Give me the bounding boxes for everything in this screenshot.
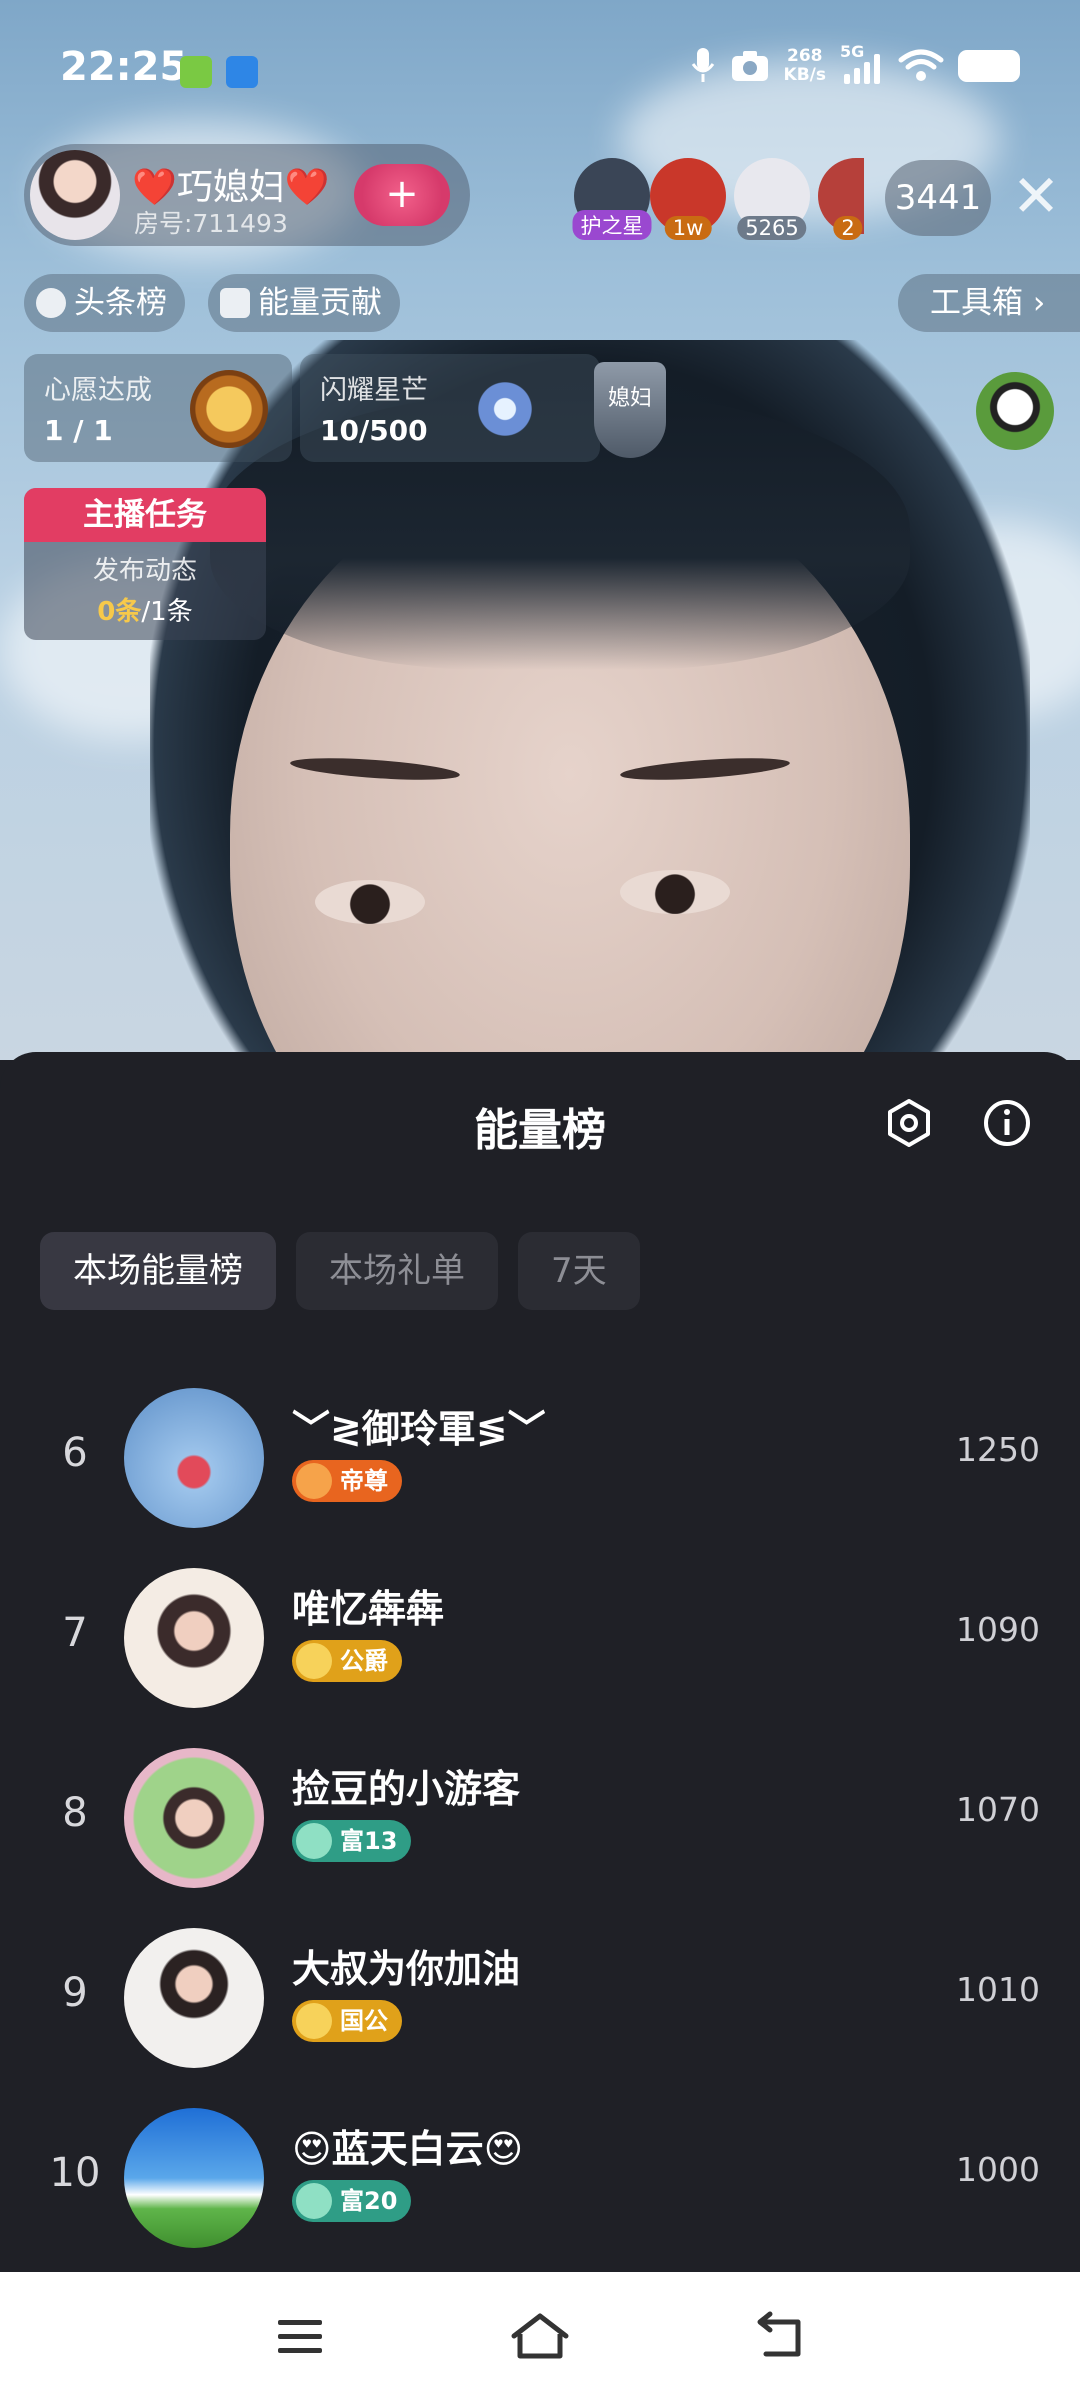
rank-number: 9 [62, 1970, 88, 2016]
wish-title: 心愿达成 [44, 375, 152, 406]
ranking-row[interactable]: 8 捡豆的小游客 富13 1070 [0, 1732, 1080, 1902]
tab-session-gifts[interactable]: 本场礼单 [296, 1232, 498, 1310]
rank-number: 8 [62, 1790, 88, 1836]
level-icon [296, 1823, 332, 1859]
crown-icon [220, 288, 250, 318]
room-number: 房号:711493 [134, 209, 288, 238]
energy-score: 1010 [956, 1970, 1040, 2009]
top-viewer-avatar[interactable]: 1w [650, 158, 726, 240]
headline-rank-button[interactable]: 头条榜 [24, 274, 185, 332]
info-icon[interactable] [982, 1098, 1032, 1148]
system-navigation-bar [0, 2272, 1080, 2400]
status-time: 22:25 [60, 44, 188, 90]
user-name: ﹀≷御玲軍≶﹀ [292, 1407, 546, 1451]
shining-star-card[interactable]: 闪耀星芒 10/500 [300, 354, 600, 462]
rank-number: 6 [62, 1430, 88, 1476]
star-title: 闪耀星芒 [320, 375, 428, 406]
level-badge: 富20 [292, 2180, 412, 2222]
level-badge: 帝尊 [292, 1460, 402, 1502]
host-name: ❤️巧媳妇❤️ [132, 167, 330, 208]
star-value: 10/500 [320, 414, 428, 447]
wish-progress-card[interactable]: 心愿达成 1 / 1 [24, 354, 292, 462]
viewer-count[interactable]: 3441 [885, 160, 991, 236]
viewer-tag: 护之星 [572, 210, 652, 240]
battery-icon [958, 50, 1020, 82]
energy-ranking-sheet: 能量榜 本场能量榜 本场礼单 7天 6 ﹀≷御玲軍≶﹀ 帝尊 1250 7 唯忆… [0, 1052, 1080, 2272]
user-name: 😍蓝天白云😍 [292, 2127, 524, 2171]
viewer-tag: 2 [833, 216, 863, 240]
viewer-tag: 5265 [737, 216, 807, 240]
energy-score: 1090 [956, 1610, 1040, 1649]
user-name: 大叔为你加油 [292, 1947, 521, 1991]
wish-value: 1 / 1 [44, 414, 113, 447]
close-icon[interactable]: ✕ [1006, 166, 1066, 226]
follow-button[interactable]: + [354, 164, 450, 226]
level-icon [296, 2003, 332, 2039]
ranking-row[interactable]: 6 ﹀≷御玲軍≶﹀ 帝尊 1250 [0, 1372, 1080, 1542]
microphone-icon [691, 48, 714, 82]
shield-badge-icon: 媳妇 [594, 362, 666, 458]
user-avatar[interactable] [124, 1928, 264, 2068]
camera-icon [731, 51, 768, 81]
user-name: 唯忆犇犇 [292, 1587, 445, 1631]
tab-7-days[interactable]: 7天 [518, 1232, 640, 1310]
status-right-group: 268 KB/s 5G [690, 42, 1020, 86]
energy-score: 1000 [956, 2150, 1040, 2189]
user-avatar[interactable] [124, 1748, 264, 1888]
rank-number: 7 [62, 1610, 88, 1656]
status-bar: 22:25 268 KB/s 5G [0, 0, 1080, 140]
notification-gallery-icon [226, 56, 258, 88]
ranking-tabs: 本场能量榜 本场礼单 7天 [40, 1232, 640, 1310]
energy-contribution-button[interactable]: 能量贡献 [208, 274, 400, 332]
wish-badge-icon [190, 370, 268, 448]
ranking-row[interactable]: 10 😍蓝天白云😍 富20 1000 [0, 2092, 1080, 2262]
home-icon[interactable] [508, 2310, 572, 2362]
wifi-icon [898, 49, 944, 81]
menu-icon[interactable] [268, 2310, 332, 2362]
host-task-card[interactable]: 主播任务 发布动态 0条/1条 [24, 488, 266, 640]
viewer-tag: 1w [664, 216, 712, 240]
energy-score: 1250 [956, 1430, 1040, 1469]
flame-icon [36, 288, 66, 318]
notification-app-icon [180, 56, 212, 88]
toolbox-button[interactable]: 工具箱 › [898, 274, 1080, 332]
ranking-row[interactable]: 7 唯忆犇犇 公爵 1090 [0, 1552, 1080, 1722]
cellular-signal-icon: 5G [840, 42, 884, 86]
level-icon [296, 1643, 332, 1679]
user-name: 捡豆的小游客 [292, 1767, 521, 1811]
tab-session-energy[interactable]: 本场能量榜 [40, 1232, 276, 1310]
host-info-pill[interactable]: ❤️巧媳妇❤️ 房号:711493 + [24, 144, 470, 246]
rank-number: 10 [49, 2150, 101, 2196]
energy-score: 1070 [956, 1790, 1040, 1829]
top-viewer-avatar[interactable]: 5265 [734, 158, 810, 240]
network-speed: 268 KB/s [783, 46, 826, 85]
level-icon [296, 2183, 332, 2219]
user-avatar[interactable] [124, 1568, 264, 1708]
user-avatar[interactable] [124, 1388, 264, 1528]
hexagon-settings-icon[interactable] [884, 1098, 934, 1148]
level-badge: 国公 [292, 2000, 402, 2042]
level-badge: 富13 [292, 1820, 412, 1862]
task-header: 主播任务 [24, 488, 266, 542]
task-title: 发布动态 [92, 556, 197, 586]
star-badge-icon [468, 372, 542, 446]
ranking-row[interactable]: 9 大叔为你加油 国公 1010 [0, 1912, 1080, 2082]
back-icon[interactable] [748, 2310, 812, 2362]
user-avatar[interactable] [124, 2108, 264, 2248]
panda-pet-icon[interactable] [976, 372, 1054, 450]
level-badge: 公爵 [292, 1640, 402, 1682]
top-viewer-avatar[interactable]: 护之星 [572, 158, 652, 240]
task-progress: 0条/1条 [97, 597, 193, 627]
level-icon [296, 1463, 332, 1499]
host-avatar[interactable] [30, 150, 120, 240]
